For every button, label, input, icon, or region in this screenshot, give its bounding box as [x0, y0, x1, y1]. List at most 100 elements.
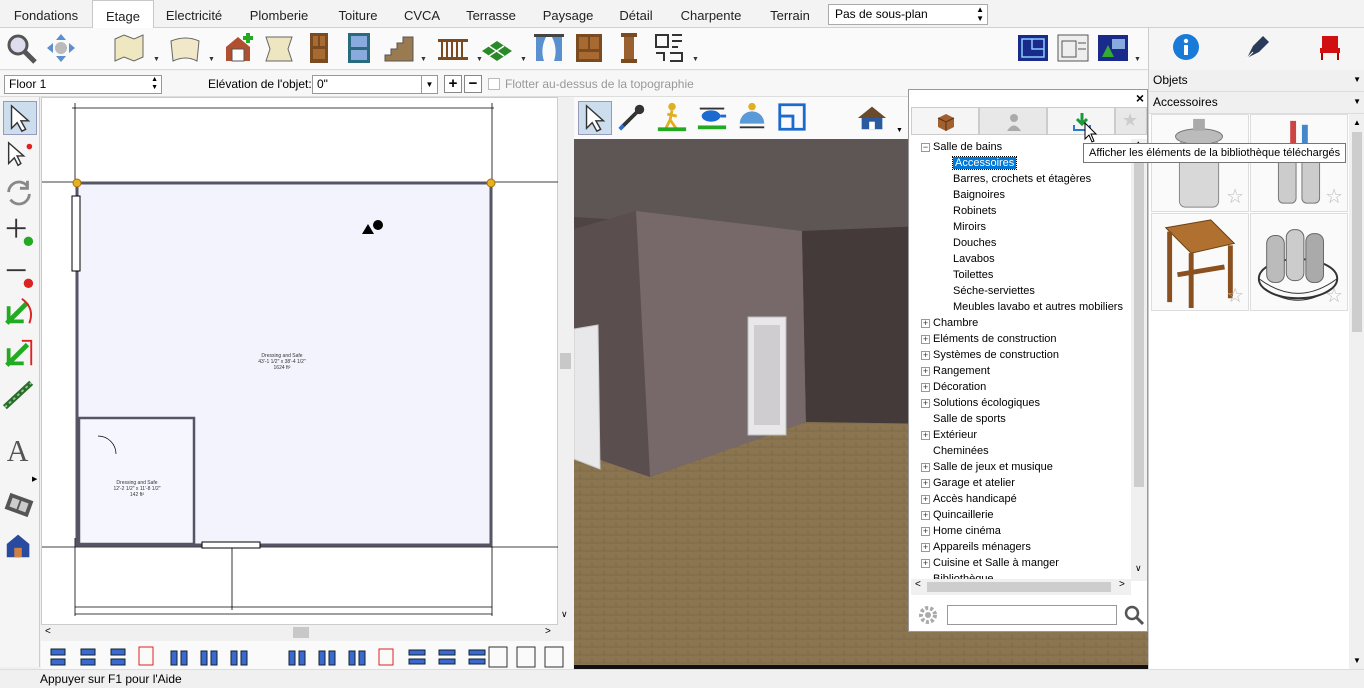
plus-button[interactable]: + [444, 75, 462, 93]
pan-icon[interactable] [44, 31, 78, 65]
search-icon[interactable] [1123, 604, 1145, 626]
tree-node-category[interactable]: + Chambre [921, 315, 978, 331]
curve-wall-icon[interactable] [168, 31, 202, 65]
expand-icon[interactable]: + [921, 511, 930, 520]
helicopter-icon[interactable] [696, 101, 730, 135]
expand-icon[interactable]: + [921, 463, 930, 472]
favorite-star-icon[interactable]: ☆ [1226, 283, 1244, 308]
tree-node-category[interactable]: Salle de sports [921, 411, 1006, 427]
break-line-icon[interactable] [652, 31, 686, 65]
tree-node-category[interactable]: + Décoration [921, 379, 986, 395]
rotate-icon[interactable] [3, 177, 37, 211]
3d-view-icon[interactable] [1096, 31, 1130, 65]
pen-icon[interactable] [1243, 32, 1273, 62]
floor-select[interactable]: Floor 1 ▲ ▼ [4, 75, 162, 94]
chevron-down-icon[interactable]: ∨ [561, 609, 568, 620]
tree-node-child[interactable]: Séche-serviettes [953, 283, 1035, 299]
tab-fondations[interactable]: Fondations [0, 0, 92, 28]
minus-button[interactable]: − [464, 75, 482, 93]
select-arrow-icon[interactable] [578, 101, 612, 135]
add-room-icon[interactable] [222, 31, 256, 65]
library-tab-user[interactable] [979, 107, 1047, 135]
thumbnail-scrollbar[interactable]: ▲ ▼ [1349, 114, 1364, 669]
collapse-icon[interactable]: − [921, 143, 930, 152]
elevation-input[interactable]: 0" ▼ [312, 75, 438, 94]
expand-icon[interactable]: + [921, 431, 930, 440]
door-icon[interactable] [302, 31, 336, 65]
floor-plan-outline-icon[interactable] [776, 101, 810, 135]
delete-point-icon[interactable] [3, 257, 37, 291]
favorite-star-icon[interactable]: ☆ [1325, 184, 1343, 209]
tab-charpente[interactable]: Charpente [675, 0, 747, 28]
select-arrow-icon[interactable] [3, 101, 37, 135]
library-item-thumbnail[interactable]: ☆ [1250, 114, 1348, 212]
chevron-right-icon[interactable]: > [1119, 579, 1125, 590]
expand-icon[interactable]: + [921, 527, 930, 536]
library-tab-catalog[interactable] [911, 107, 979, 135]
scroll-thumb[interactable] [560, 353, 571, 369]
floor-plan-view[interactable]: Dressing and Safe 43'-1 1/2" x 38'-4 1/2… [41, 97, 559, 625]
tab-paysage[interactable]: Paysage [537, 0, 599, 28]
house-icon[interactable] [856, 101, 890, 135]
category-select[interactable]: Objets ▼ [1149, 70, 1364, 92]
float-checkbox[interactable] [488, 78, 500, 90]
expand-icon[interactable]: + [921, 383, 930, 392]
chevron-left-icon[interactable]: < [45, 626, 51, 637]
info-icon[interactable] [1171, 32, 1201, 62]
join-wall-icon[interactable] [3, 337, 37, 371]
scroll-thumb[interactable] [1352, 132, 1362, 332]
expand-icon[interactable]: + [921, 335, 930, 344]
dropdown-arrow-icon[interactable]: ▼ [420, 56, 427, 63]
expand-icon[interactable]: + [921, 479, 930, 488]
tree-node-child[interactable]: Toilettes [953, 267, 993, 283]
tab-detail[interactable]: Détail [613, 0, 659, 28]
expand-icon[interactable]: + [921, 399, 930, 408]
tab-etage[interactable]: Etage [92, 0, 154, 29]
expand-icon[interactable]: + [921, 351, 930, 360]
library-tab-favorites[interactable]: ★ [1115, 107, 1147, 135]
curtain-icon[interactable] [532, 31, 566, 65]
tree-node-category[interactable]: + Rangement [921, 363, 990, 379]
cabinet-icon[interactable] [572, 31, 606, 65]
fence-icon[interactable] [2, 379, 37, 413]
expand-icon[interactable]: + [921, 367, 930, 376]
library-item-thumbnail[interactable]: ☆ [1250, 213, 1348, 311]
expand-icon[interactable]: + [921, 495, 930, 504]
subcategory-select[interactable]: Accessoires ▼ [1149, 92, 1364, 114]
tree-node-salle-de-bains[interactable]: − Salle de bains [921, 139, 1002, 155]
tree-node-child[interactable]: Robinets [953, 203, 996, 219]
tree-node-category[interactable]: + Home cinéma [921, 523, 1001, 539]
library-vertical-scrollbar[interactable]: ∧ ∨ [1131, 139, 1147, 581]
dropdown-arrow-icon[interactable]: ▼ [692, 56, 699, 63]
scroll-thumb[interactable] [293, 627, 309, 638]
library-tab-downloaded[interactable] [1047, 107, 1115, 135]
dropdown-arrow-icon[interactable]: ▼ [208, 56, 215, 63]
tree-node-category[interactable]: + Quincaillerie [921, 507, 994, 523]
tree-node-category[interactable]: + Extérieur [921, 427, 977, 443]
scroll-thumb[interactable] [1134, 153, 1144, 487]
tree-node-category[interactable]: + Systèmes de construction [921, 347, 1059, 363]
subplan-select[interactable]: Pas de sous-plan ▲ ▼ [828, 4, 988, 25]
library-search-input[interactable] [947, 605, 1117, 625]
column-icon[interactable] [612, 31, 646, 65]
library-item-thumbnail[interactable]: ☆ [1151, 213, 1249, 311]
expand-icon[interactable]: + [921, 319, 930, 328]
film-icon[interactable] [3, 489, 37, 523]
favorite-star-icon[interactable]: ☆ [1226, 184, 1244, 209]
map-fold-icon[interactable] [112, 31, 146, 65]
stairs-icon[interactable] [382, 31, 416, 65]
add-point-icon[interactable] [3, 215, 37, 249]
chevron-down-icon[interactable]: ▼ [421, 76, 437, 93]
text-tool-icon[interactable]: A [3, 433, 37, 468]
library-horizontal-scrollbar[interactable]: < > [911, 579, 1131, 595]
tree-node-category[interactable]: + Appareils ménagers [921, 539, 1031, 555]
dropdown-arrow-icon[interactable]: ▼ [896, 127, 903, 134]
tab-terrasse[interactable]: Terrasse [460, 0, 522, 28]
plan-horizontal-scrollbar[interactable]: < > [41, 625, 558, 640]
elevation-view-icon[interactable] [1056, 31, 1090, 65]
tree-node-child[interactable]: Miroirs [953, 219, 986, 235]
expand-icon[interactable]: + [921, 559, 930, 568]
tree-node-category[interactable]: + Eléments de construction [921, 331, 1057, 347]
orbit-icon[interactable] [736, 101, 770, 135]
scroll-thumb[interactable] [927, 582, 1111, 592]
